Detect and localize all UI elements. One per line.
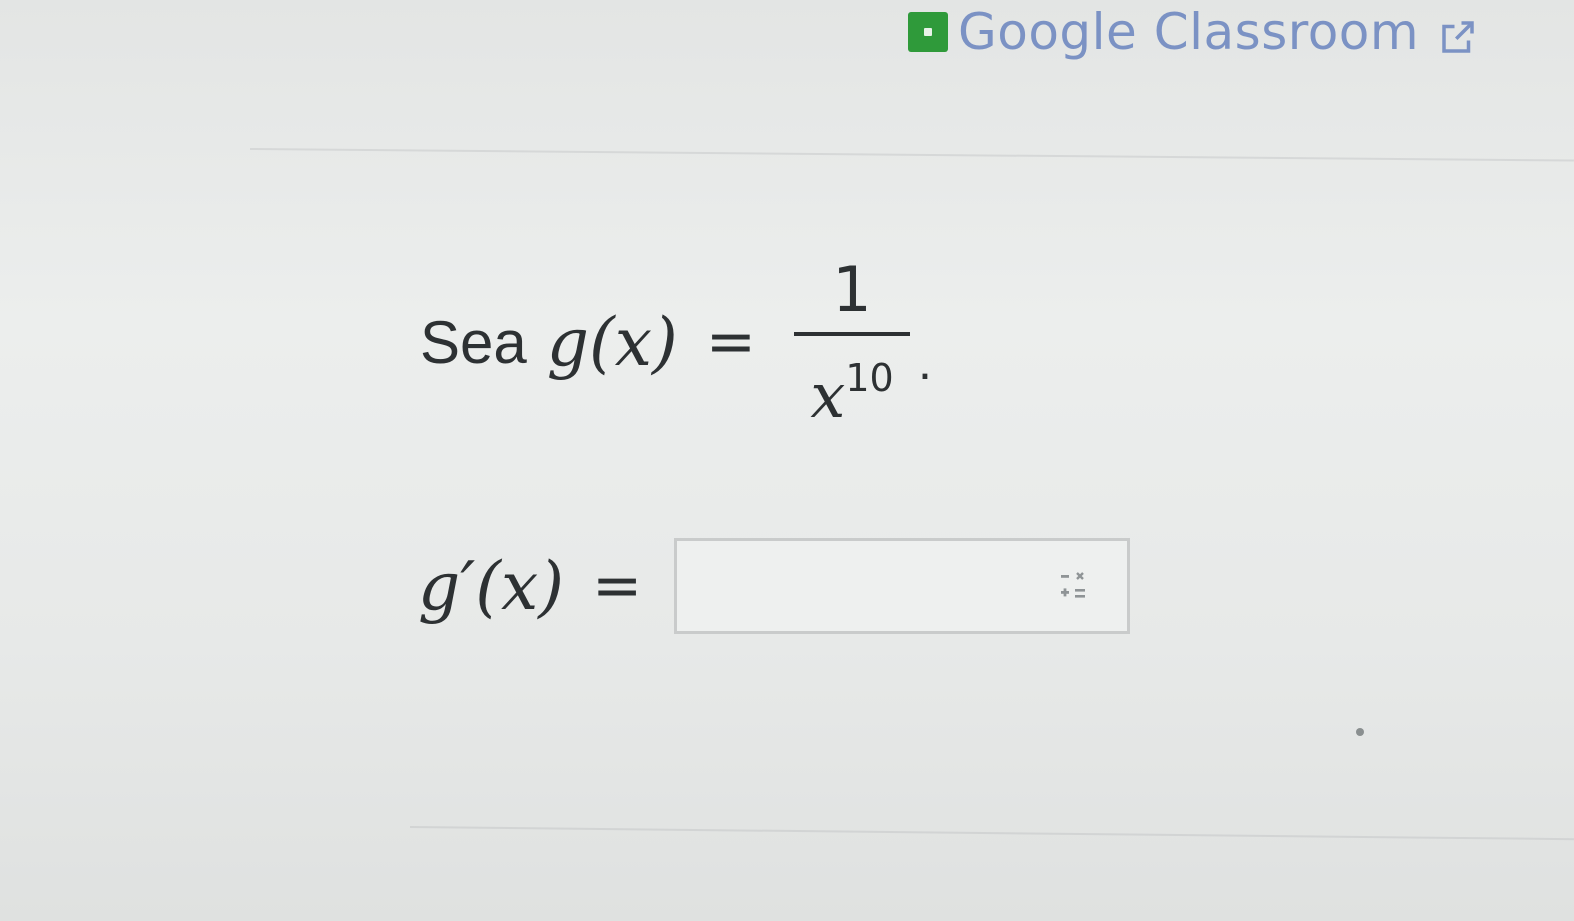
fraction-numerator: 1 — [832, 253, 872, 326]
equals-sign: = — [705, 307, 757, 377]
google-classroom-link[interactable]: Google Classroom — [908, 4, 1479, 60]
problem-intro: Sea — [420, 308, 527, 376]
answer-row: g′(x) = — [418, 538, 1131, 634]
external-link-icon — [1442, 21, 1474, 53]
math-keypad-icon[interactable] — [1059, 571, 1087, 603]
google-classroom-icon — [908, 12, 948, 52]
fraction-denominator: x10 — [810, 342, 893, 432]
answer-input[interactable] — [687, 551, 1052, 625]
screen-background — [0, 0, 1574, 921]
answer-equals-sign: = — [591, 551, 643, 621]
fraction: 1 x10 — [794, 252, 911, 432]
answer-box[interactable] — [674, 538, 1131, 634]
denominator-base: x — [810, 359, 846, 432]
function-lhs: g(x) — [546, 303, 678, 381]
fraction-bar — [794, 332, 911, 336]
google-classroom-label: Google Classroom — [958, 3, 1420, 61]
period: . — [918, 334, 932, 390]
denominator-exponent: 10 — [845, 356, 894, 400]
derivative-lhs: g′(x) — [418, 547, 564, 625]
google-classroom-icon-inner — [924, 28, 932, 36]
problem-statement: Sea g(x) = 1 x10 . — [420, 252, 932, 432]
screen-speck — [1356, 728, 1364, 736]
